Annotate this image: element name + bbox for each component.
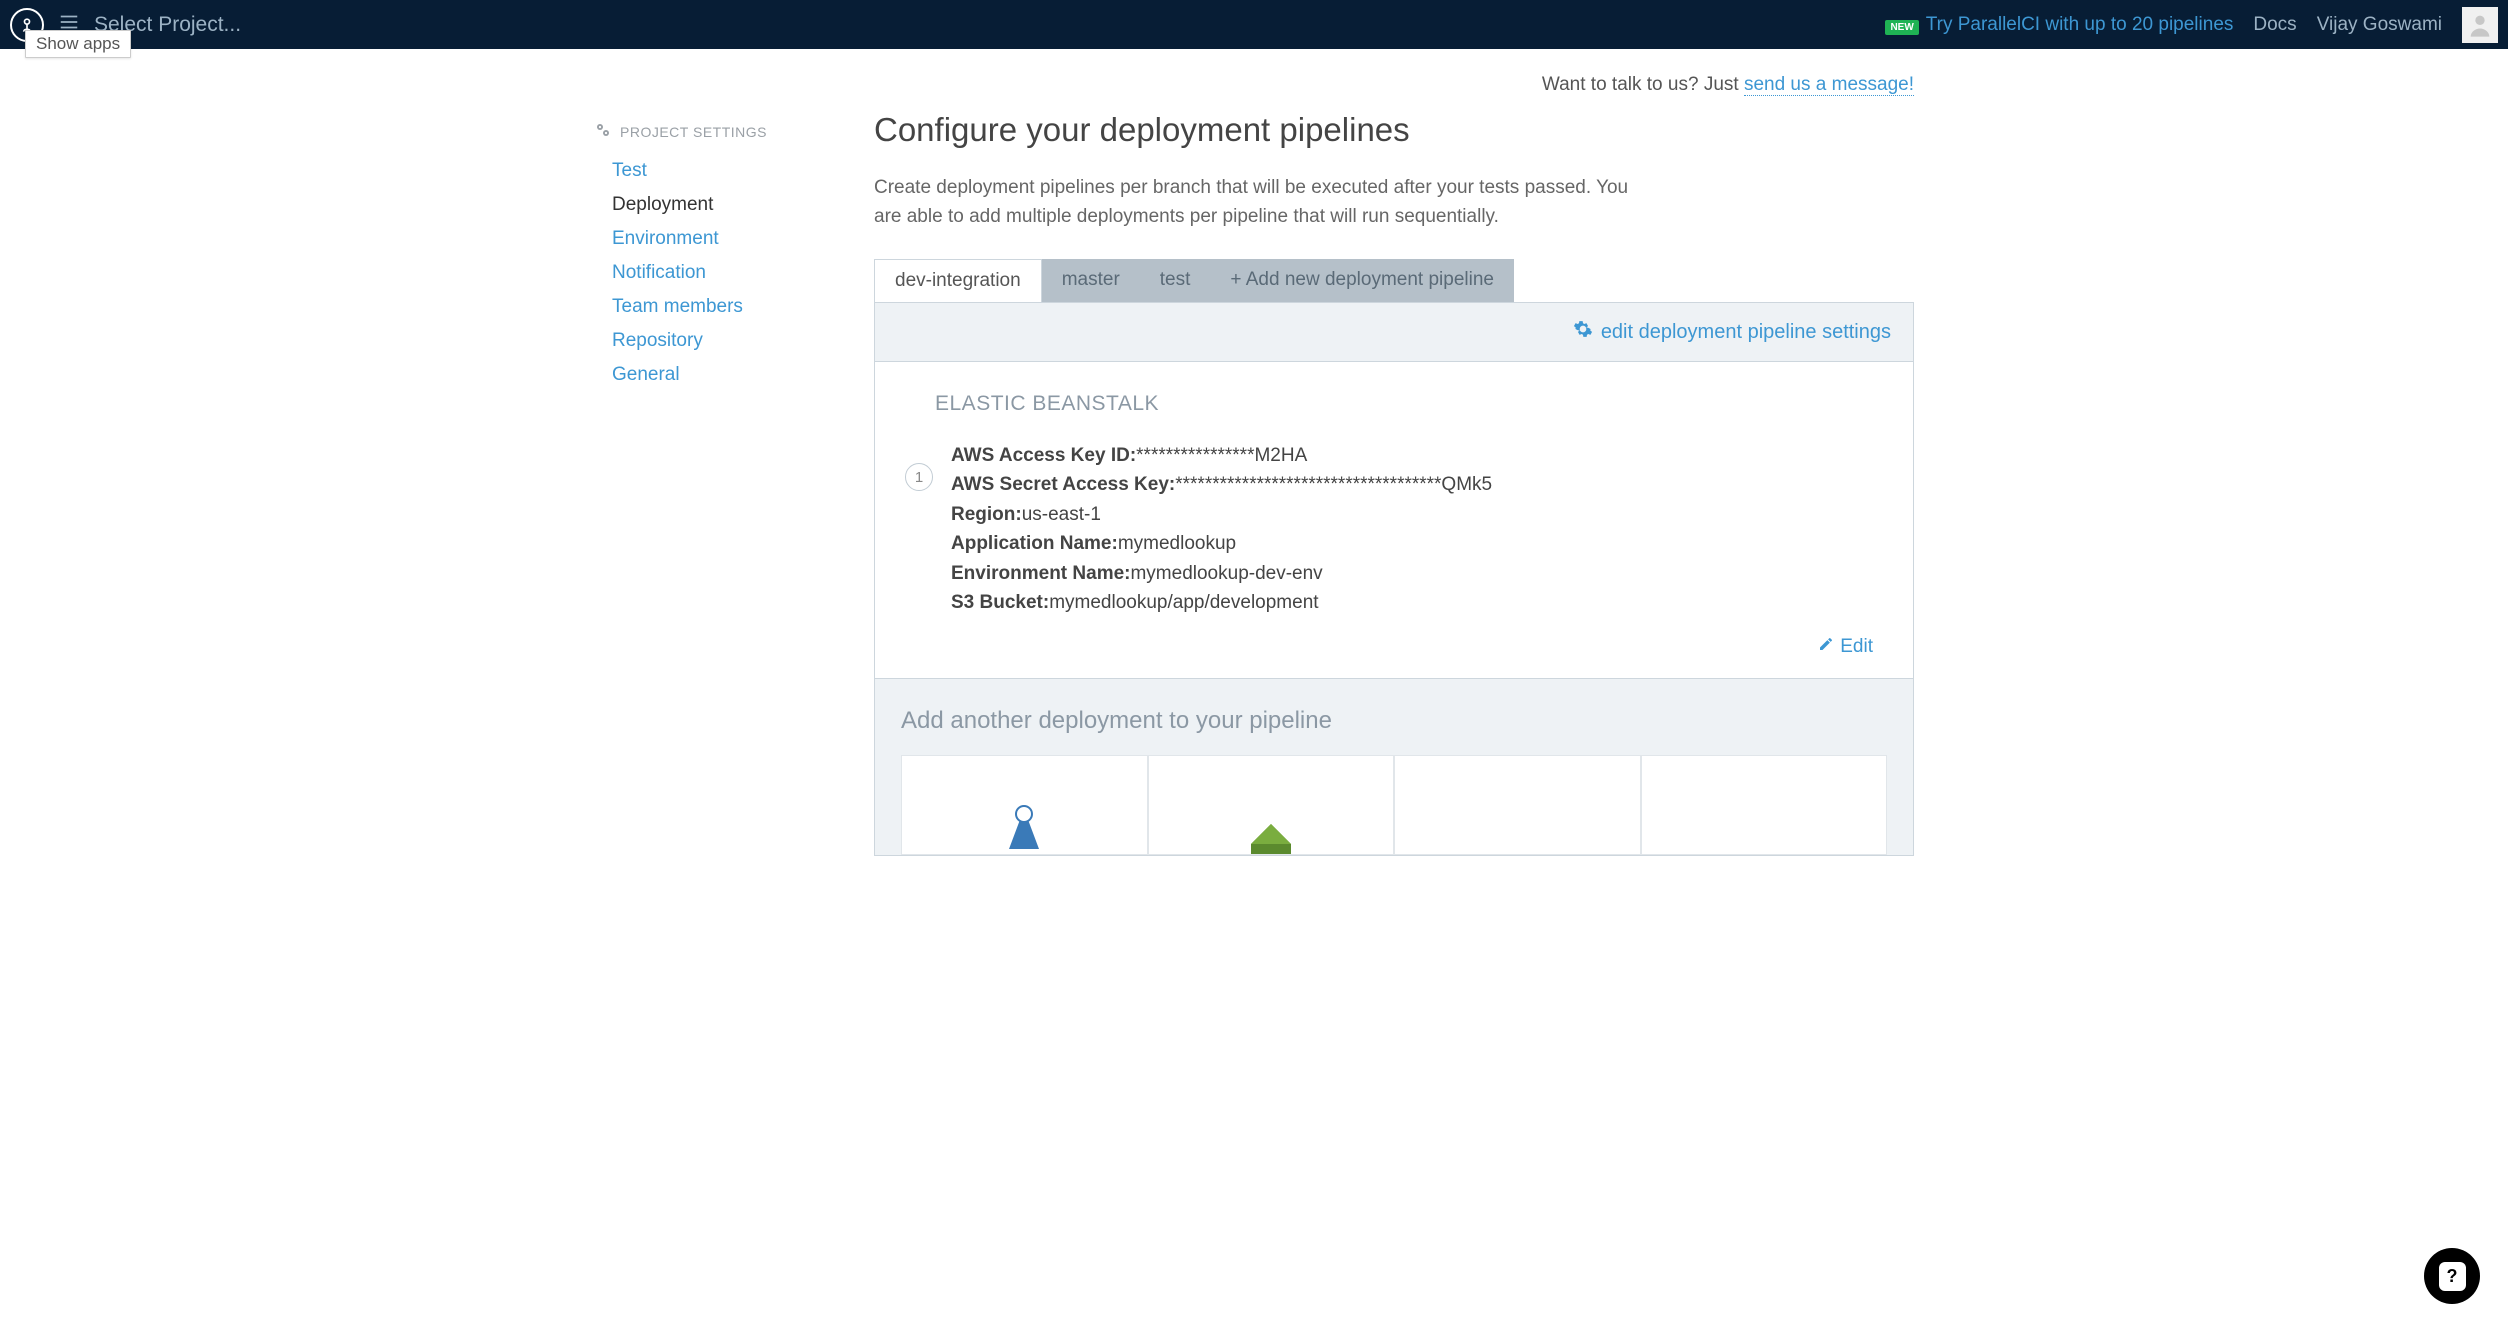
step-number: 1 (905, 463, 933, 491)
new-badge: NEW (1885, 20, 1918, 35)
tab-dev-integration[interactable]: dev-integration (874, 259, 1042, 302)
hamburger-tooltip: Show apps (25, 30, 131, 58)
edit-settings-text: edit deployment pipeline settings (1601, 321, 1891, 344)
edit-pipeline-settings-link[interactable]: edit deployment pipeline settings (1573, 319, 1891, 345)
sidebar-header: PROJECT SETTINGS (594, 121, 834, 142)
field-value: mymedlookup (1118, 533, 1236, 554)
sidebar-item-team-members[interactable]: Team members (594, 290, 834, 324)
pipeline-tabs: dev-integration master test + Add new de… (874, 259, 1914, 302)
topbar-right: NEW Try ParallelCI with up to 20 pipelin… (1885, 7, 2498, 43)
provider-option-3[interactable] (1394, 755, 1641, 855)
deployment-fields: AWS Access Key ID:****************M2HA A… (951, 441, 1492, 618)
help-bubble[interactable]: ? (2424, 1248, 2480, 1304)
page-description: Create deployment pipelines per branch t… (874, 174, 1634, 231)
sidebar-item-test[interactable]: Test (594, 154, 834, 188)
field-value: mymedlookup/app/development (1049, 592, 1318, 613)
promo-link-text[interactable]: Try ParallelCI with up to 20 pipelines (1926, 14, 2234, 35)
field-value: mymedlookup-dev-env (1130, 563, 1322, 584)
sidebar-heading-text: PROJECT SETTINGS (620, 124, 767, 140)
pencil-icon (1818, 636, 1834, 658)
field-value: ****************M2HA (1136, 445, 1307, 466)
gear-icon (1573, 319, 1593, 345)
tab-test[interactable]: test (1140, 259, 1211, 302)
field-value: us-east-1 (1022, 504, 1101, 525)
topbar-left: Select Project... (10, 8, 1885, 42)
docs-link[interactable]: Docs (2253, 14, 2296, 36)
tab-master[interactable]: master (1042, 259, 1140, 302)
topbar: Select Project... NEW Try ParallelCI wit… (0, 0, 2508, 49)
sidebar-item-deployment[interactable]: Deployment (594, 188, 834, 222)
gears-icon (594, 121, 612, 142)
provider-option-2[interactable] (1148, 755, 1395, 855)
provider-option-4[interactable] (1641, 755, 1888, 855)
send-message-link[interactable]: send us a message! (1744, 74, 1914, 96)
add-another-heading: Add another deployment to your pipeline (875, 679, 1913, 745)
promo-link[interactable]: NEW Try ParallelCI with up to 20 pipelin… (1885, 14, 2233, 36)
sidebar-item-notification[interactable]: Notification (594, 256, 834, 290)
field-key: AWS Access Key ID: (951, 445, 1136, 466)
main-content: Configure your deployment pipelines Crea… (874, 111, 1914, 856)
deployment-title: ELASTIC BEANSTALK (935, 392, 1873, 416)
sidebar-item-environment[interactable]: Environment (594, 222, 834, 256)
field-key: Environment Name: (951, 563, 1130, 584)
username-label[interactable]: Vijay Goswami (2317, 14, 2442, 36)
tab-add-new[interactable]: + Add new deployment pipeline (1210, 259, 1514, 302)
field-key: Region: (951, 504, 1022, 525)
provider-grid (875, 745, 1913, 855)
field-key: S3 Bucket: (951, 592, 1049, 613)
edit-deployment-link[interactable]: Edit (1818, 636, 1873, 658)
field-key: AWS Secret Access Key: (951, 474, 1175, 495)
deployment-card: ELASTIC BEANSTALK 1 AWS Access Key ID:**… (875, 362, 1913, 679)
message-prefix: Want to talk to us? Just (1542, 74, 1744, 95)
field-value: ************************************QMk5 (1175, 474, 1492, 495)
pipeline-panel: edit deployment pipeline settings ELASTI… (874, 302, 1914, 856)
page-title: Configure your deployment pipelines (874, 111, 1914, 149)
sidebar-item-repository[interactable]: Repository (594, 324, 834, 358)
sidebar: PROJECT SETTINGS Test Deployment Environ… (594, 111, 834, 856)
avatar[interactable] (2462, 7, 2498, 43)
message-bar: Want to talk to us? Just send us a messa… (594, 49, 1914, 111)
edit-text: Edit (1840, 636, 1873, 658)
help-icon: ? (2439, 1262, 2466, 1291)
panel-header: edit deployment pipeline settings (875, 303, 1913, 362)
field-key: Application Name: (951, 533, 1118, 554)
sidebar-item-general[interactable]: General (594, 358, 834, 392)
provider-option-1[interactable] (901, 755, 1148, 855)
